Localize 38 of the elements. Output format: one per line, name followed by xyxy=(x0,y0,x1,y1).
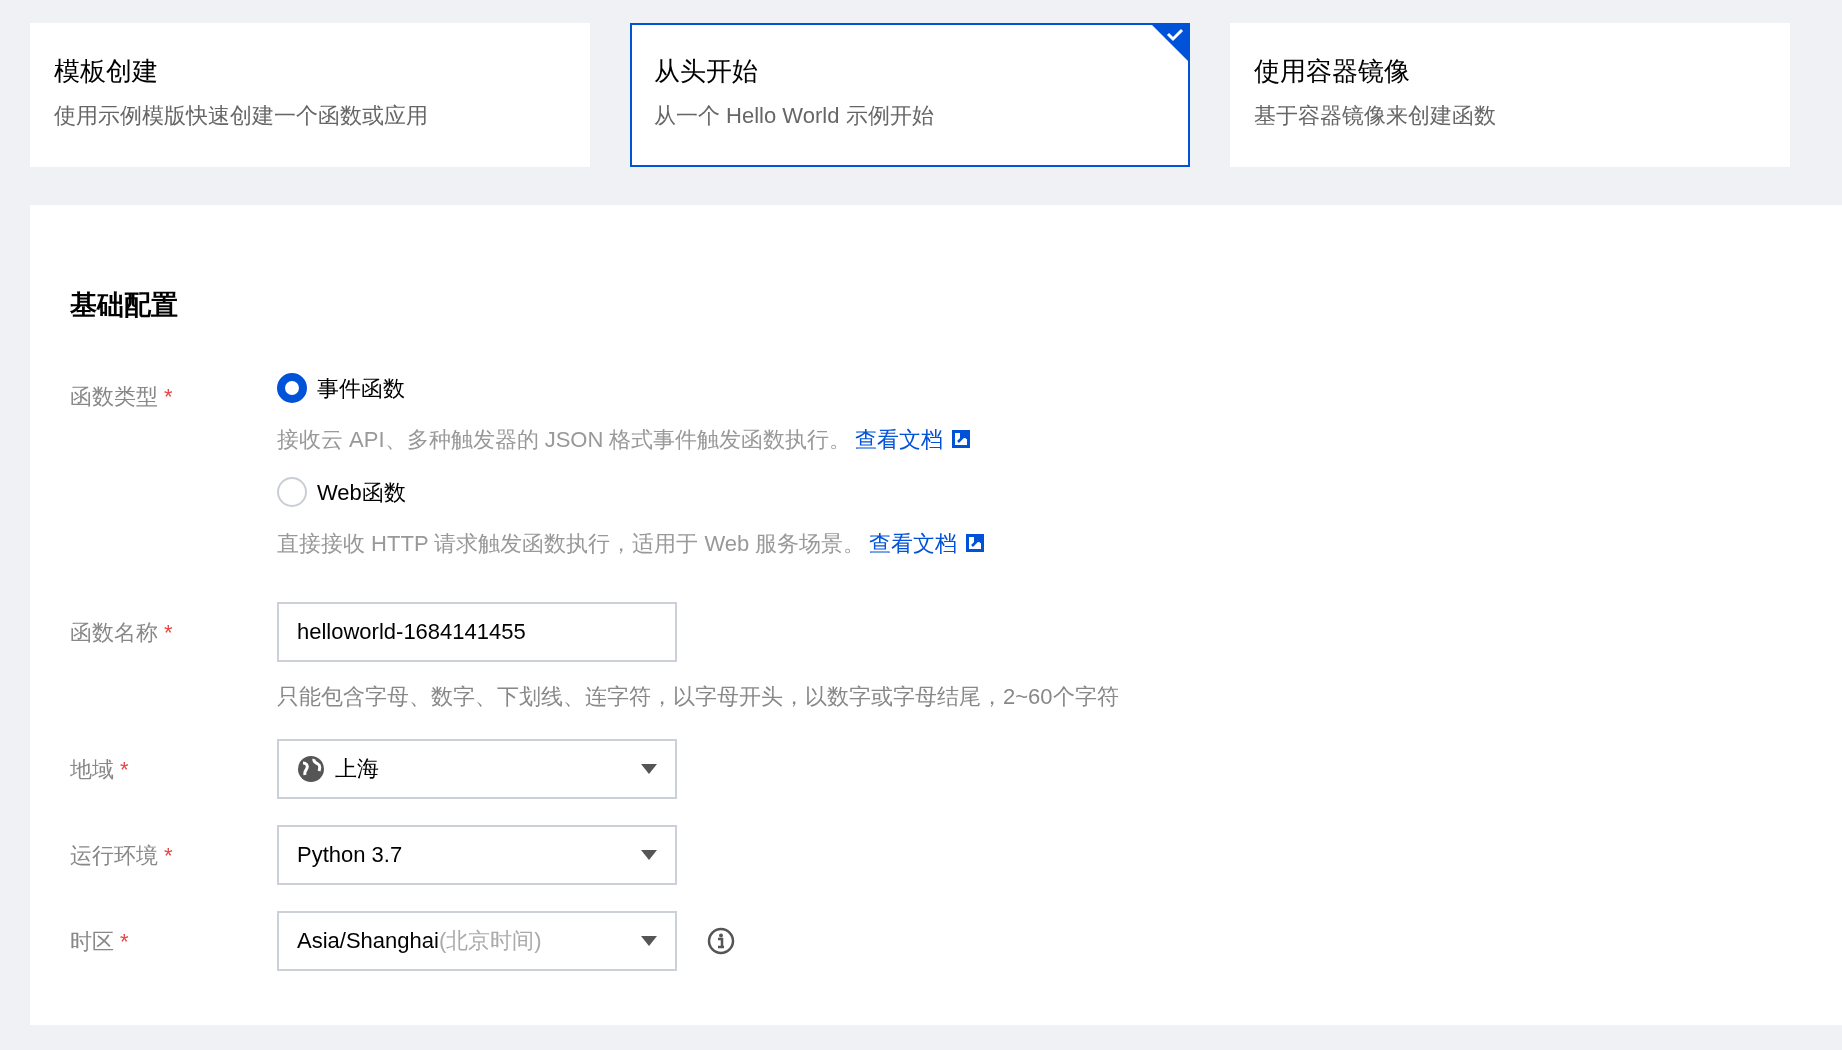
mode-title: 模板创建 xyxy=(54,55,159,88)
mode-description: 基于容器镜像来创建函数 xyxy=(1254,101,1497,130)
name-input[interactable]: helloworld-1684141455 xyxy=(277,601,677,662)
mode-title: 使用容器镜像 xyxy=(1254,55,1411,88)
field-label: 函数名称 xyxy=(70,619,158,645)
required-mark: * xyxy=(120,928,129,954)
section-title: 基础配置 xyxy=(70,289,179,322)
region-select[interactable]: 上海 xyxy=(277,738,677,799)
caret-icon xyxy=(641,935,657,946)
required-mark: * xyxy=(164,383,173,409)
field-hint: 只能包含字母、数字、下划线、连字符，以字母开头，以数字或字母结尾，2~60个字符 xyxy=(277,682,1119,711)
option-description: 直接接收 HTTP 请求触发函数执行，适用于 Web 服务场景。 查看文档 xyxy=(277,526,986,560)
dropdown[interactable]: Asia/Shanghai(北京时间) xyxy=(277,910,677,971)
radio-option[interactable]: 事件函数 xyxy=(277,367,986,409)
option-description: 接收云 API、多种触发器的 JSON 格式事件触发函数执行。 查看文档 xyxy=(277,422,986,456)
external-link-icon xyxy=(951,428,972,449)
external-link-icon xyxy=(965,532,986,553)
mode-card[interactable]: 使用容器镜像 基于容器镜像来创建函数 xyxy=(1230,23,1790,167)
selected-check-icon xyxy=(1150,23,1190,63)
field-label: 函数类型 xyxy=(70,383,158,409)
field-label: 地域 xyxy=(70,756,114,782)
dropdown[interactable]: Python 3.7 xyxy=(277,824,677,885)
docs-link[interactable]: 查看文档 xyxy=(869,530,986,556)
docs-link[interactable]: 查看文档 xyxy=(855,426,972,452)
globe-icon xyxy=(297,754,325,783)
mode-description: 使用示例模版快速创建一个函数或应用 xyxy=(54,101,429,130)
mode-card[interactable]: 模板创建 使用示例模版快速创建一个函数或应用 xyxy=(30,23,590,167)
required-mark: * xyxy=(120,756,129,782)
mode-title: 从头开始 xyxy=(654,55,759,88)
radio-option[interactable]: Web函数 xyxy=(277,471,986,513)
field-label: 时区 xyxy=(70,928,114,954)
caret-icon xyxy=(641,849,657,860)
mode-card[interactable]: 从头开始 从一个 Hello World 示例开始 xyxy=(630,23,1190,167)
field-label: 运行环境 xyxy=(70,842,158,868)
mode-description: 从一个 Hello World 示例开始 xyxy=(654,101,935,130)
required-mark: * xyxy=(164,842,173,868)
required-mark: * xyxy=(164,619,173,645)
caret-icon xyxy=(641,763,657,774)
